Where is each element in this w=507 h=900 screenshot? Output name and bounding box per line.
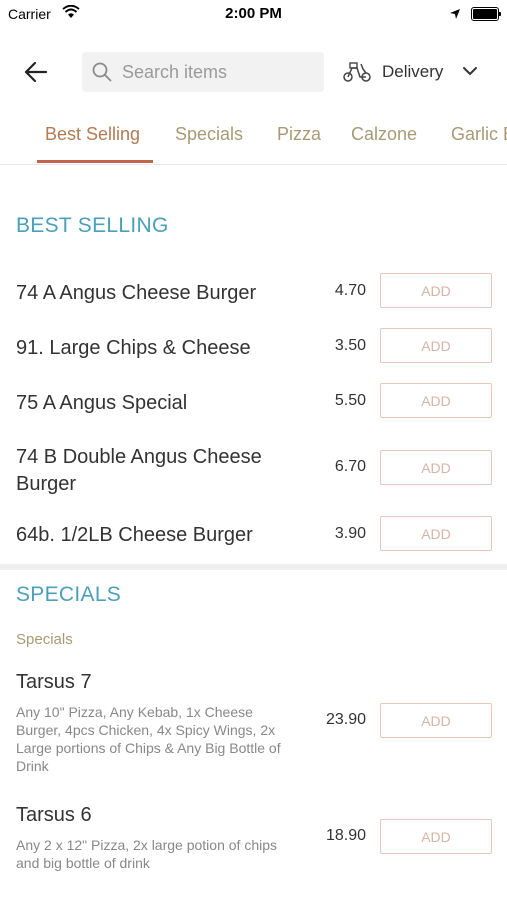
add-button[interactable]: ADD: [380, 450, 492, 485]
menu-item-name: 64b. 1/2LB Cheese Burger: [16, 524, 253, 546]
tab-specials[interactable]: Specials: [175, 124, 243, 145]
battery-icon: [471, 7, 501, 21]
clock: 2:00 PM: [225, 5, 282, 22]
menu-item-price: 18.90: [325, 827, 366, 844]
tab-calzone[interactable]: Calzone: [351, 124, 417, 145]
menu-item-name: Tarsus 7: [16, 671, 92, 693]
section-subtitle: Specials: [16, 631, 73, 648]
tab-garlic-bread[interactable]: Garlic B: [451, 124, 507, 145]
delivery-label: Delivery: [382, 62, 444, 81]
search-input[interactable]: Search items: [82, 52, 324, 92]
menu-item-name: 91. Large Chips & Cheese: [16, 337, 251, 359]
menu-item-name: 75 A Angus Special: [16, 392, 188, 414]
delivery-selector[interactable]: Delivery: [342, 56, 502, 88]
tab-pizza[interactable]: Pizza: [277, 124, 321, 145]
section-divider: [0, 564, 507, 570]
back-arrow-icon[interactable]: [22, 58, 50, 86]
menu-item-price: 3.50: [334, 337, 366, 354]
top-bar: Search items Delivery: [0, 50, 507, 94]
add-button[interactable]: ADD: [380, 516, 492, 551]
add-button[interactable]: ADD: [380, 703, 492, 738]
menu-item-price: 3.90: [334, 525, 366, 542]
add-button[interactable]: ADD: [380, 328, 492, 363]
status-bar: Carrier 2:00 PM: [0, 0, 507, 30]
menu-item-name: Tarsus 6: [16, 804, 92, 826]
category-tabs: Best Selling Specials Pizza Calzone Garl…: [0, 112, 507, 165]
menu-item-description: Any 2 x 12" Pizza, 2x large potion of ch…: [16, 837, 278, 871]
menu-item-description: Any 10" Pizza, Any Kebab, 1x Cheese Burg…: [16, 704, 281, 774]
section-title-specials: SPECIALS: [16, 583, 122, 606]
scooter-icon: [342, 60, 372, 87]
menu-item-price: 4.70: [334, 282, 366, 299]
location-arrow-icon: [449, 7, 461, 25]
search-icon: [92, 62, 112, 87]
menu-item-price: 23.90: [325, 711, 366, 728]
add-button[interactable]: ADD: [380, 819, 492, 854]
menu-item-name: 74 A Angus Cheese Burger: [16, 282, 257, 304]
chevron-down-icon: [462, 64, 478, 82]
section-title-best-selling: BEST SELLING: [16, 214, 169, 237]
menu-item-name: 74 B Double Angus Cheese Burger: [16, 446, 262, 495]
add-button[interactable]: ADD: [380, 273, 492, 308]
search-placeholder: Search items: [122, 62, 228, 82]
add-button[interactable]: ADD: [380, 383, 492, 418]
menu-item-price: 5.50: [334, 392, 366, 409]
active-tab-indicator: [37, 160, 153, 163]
tab-best-selling[interactable]: Best Selling: [45, 124, 140, 145]
menu-item-price: 6.70: [334, 458, 366, 475]
